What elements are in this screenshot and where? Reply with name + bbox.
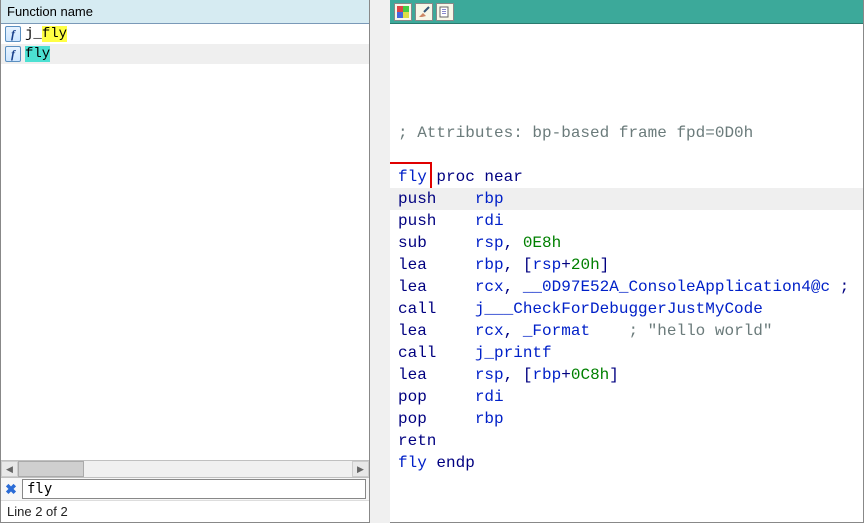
code-line[interactable]: push rdi [390,210,863,232]
function-icon: f [5,46,21,62]
functions-status: Line 2 of 2 [1,500,369,522]
code-line[interactable]: lea rbp, [rsp+20h] [390,254,863,276]
code-line[interactable]: retn [390,430,863,452]
function-name: fly [25,46,50,62]
toolbar-doc-icon[interactable] [436,3,454,21]
main-area: Function name fj_flyffly ◀ ▶ ✖ Line 2 of… [0,0,864,523]
code-line[interactable]: fly proc near [390,166,863,188]
scroll-track[interactable] [18,461,352,477]
code-line[interactable]: lea rcx, __0D97E52A_ConsoleApplication4@… [390,276,863,298]
functions-search-row: ✖ [1,477,369,500]
code-line[interactable]: call j___CheckForDebuggerJustMyCode [390,298,863,320]
code-line[interactable] [390,144,863,166]
code-line[interactable]: push rbp [390,188,863,210]
code-comment: ; Attributes: bp-based frame fpd=0D0h [390,122,863,144]
code-line[interactable]: pop rbp [390,408,863,430]
function-row[interactable]: fj_fly [1,24,369,44]
panel-gap [370,0,390,523]
code-line[interactable]: call j_printf [390,342,863,364]
function-icon: f [5,26,21,42]
disassembly-panel: ; Attributes: bp-based frame fpd=0D0h fl… [390,0,864,523]
functions-search-input[interactable] [22,479,366,499]
disassembly-toolbar [390,0,863,24]
code-line[interactable]: fly endp [390,452,863,474]
functions-list[interactable]: fj_flyffly [1,24,369,460]
scroll-left-icon[interactable]: ◀ [1,461,18,477]
function-name: j_fly [25,26,67,42]
code-line[interactable]: sub rsp, 0E8h [390,232,863,254]
code-line[interactable]: pop rdi [390,386,863,408]
toolbar-palette-icon[interactable] [394,3,412,21]
functions-panel: Function name fj_flyffly ◀ ▶ ✖ Line 2 of… [0,0,370,523]
scroll-right-icon[interactable]: ▶ [352,461,369,477]
code-line[interactable]: lea rcx, _Format ; "hello world" [390,320,863,342]
functions-header[interactable]: Function name [1,0,369,24]
scroll-thumb[interactable] [18,461,84,477]
functions-hscrollbar[interactable]: ◀ ▶ [1,460,369,477]
code-line[interactable]: lea rsp, [rbp+0C8h] [390,364,863,386]
clear-search-icon[interactable]: ✖ [4,481,18,498]
disassembly-code[interactable]: ; Attributes: bp-based frame fpd=0D0h fl… [390,24,863,522]
function-row[interactable]: ffly [1,44,369,64]
toolbar-brush-icon[interactable] [415,3,433,21]
